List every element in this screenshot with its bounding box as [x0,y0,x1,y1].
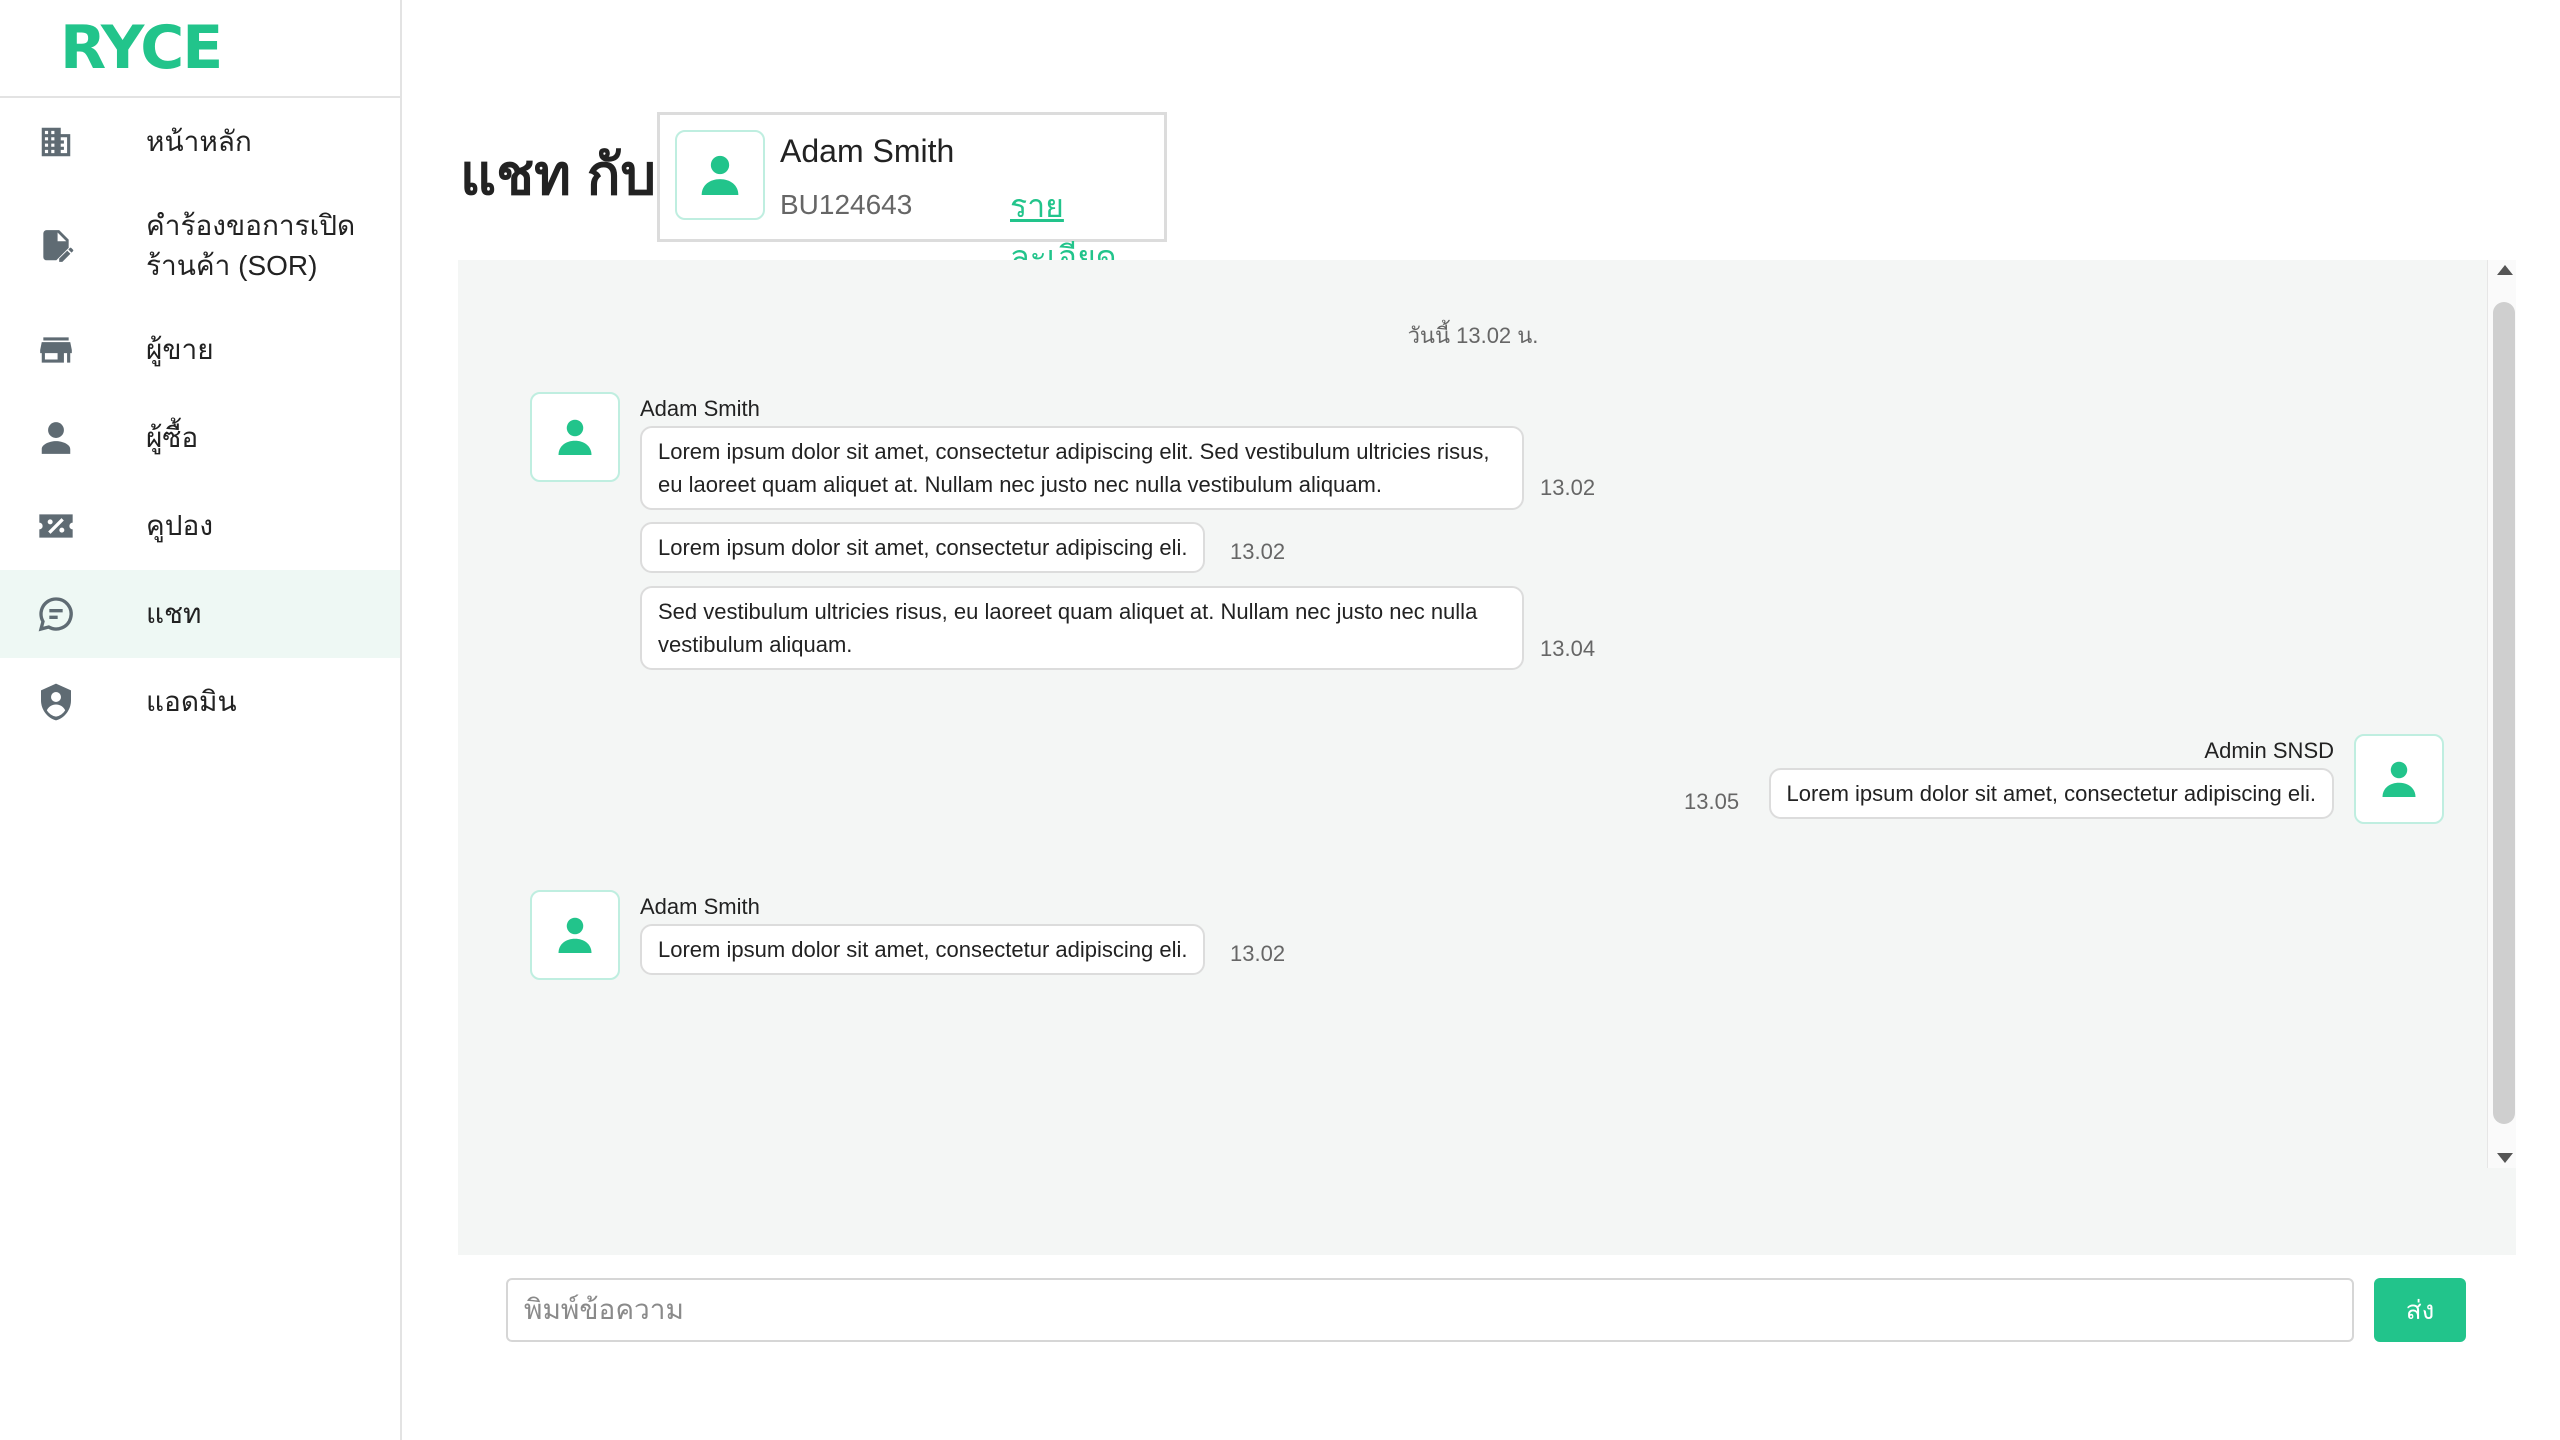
message-time: 13.02 [1230,941,1286,966]
sidebar-item-chat[interactable]: แชท [0,570,400,658]
scrollbar-thumb[interactable] [2493,302,2515,1124]
building-icon [34,120,78,164]
message-sender: Admin SNSD [2204,738,2334,763]
user-avatar-icon [701,155,739,195]
coupon-icon [34,504,78,548]
chat-messages-area[interactable]: วันนี้ 13.02 น. Adam Smith Lorem ipsum d… [458,260,2516,1255]
contact-avatar [675,130,765,220]
sidebar-item-buyers[interactable]: ผู้ซื้อ [0,394,400,482]
message-bubble: Sed vestibulum ultricies risus, eu laore… [640,586,1524,670]
sidebar-item-label: คูปอง [146,510,213,541]
message-avatar [2354,734,2444,824]
message-time: 13.05 [1684,789,1740,814]
sidebar-item-label: หน้าหลัก [146,126,252,157]
message-avatar [530,392,620,482]
shield-user-icon [34,680,78,724]
chat-bubble-icon [34,592,78,636]
sidebar-nav: หน้าหลัก คำร้องขอการเปิดร้านค้า (SOR) ผู… [0,98,400,746]
document-edit-icon [34,224,78,268]
message-bubble: Lorem ipsum dolor sit amet, consectetur … [640,426,1524,510]
message-sender: Adam Smith [640,396,760,421]
sidebar-item-coupons[interactable]: คูปอง [0,482,400,570]
sidebar-item-label: ผู้ขาย [146,334,214,365]
chat-scrollbar[interactable] [2487,260,2516,1168]
contact-card: Adam Smith BU124643 รายละเอียด [657,112,1167,275]
message-time: 13.02 [1540,475,1596,500]
message-bubble: Lorem ipsum dolor sit amet, consectetur … [640,924,1206,975]
message-bubble: Lorem ipsum dolor sit amet, consectetur … [640,522,1206,573]
sidebar-item-admin[interactable]: แอดมิน [0,658,400,746]
logo[interactable]: RYCE [0,0,400,98]
sidebar-item-home[interactable]: หน้าหลัก [0,98,400,186]
page-title: แชท กับ [460,143,657,206]
person-icon [34,416,78,460]
message-time: 13.04 [1540,636,1596,661]
user-avatar-icon [558,419,592,455]
sidebar-item-label: ผู้ซื้อ [146,422,199,453]
send-button[interactable]: ส่ง [2374,1278,2466,1342]
sidebar-item-label: คำร้องขอการเปิดร้านค้า (SOR) [146,210,356,281]
scroll-down-arrow-icon[interactable] [2497,1153,2513,1163]
message-avatar [530,890,620,980]
store-icon [34,328,78,372]
sidebar-item-sor[interactable]: คำร้องขอการเปิดร้านค้า (SOR) [0,186,400,306]
sidebar: RYCE หน้าหลัก คำร้องขอการเปิดร้านค้า (SO… [0,0,402,1440]
sidebar-item-sellers[interactable]: ผู้ขาย [0,306,400,394]
sidebar-item-label: แชท [146,598,202,629]
message-time: 13.02 [1230,539,1286,564]
logo-text: RYCE [60,13,223,83]
contact-id: BU124643 [780,189,913,220]
date-separator: วันนี้ 13.02 น. [1407,323,1539,348]
sidebar-item-label: แอดมิน [146,686,237,717]
user-avatar-icon [558,917,592,953]
message-input[interactable] [506,1278,2354,1342]
user-avatar-icon [2382,761,2416,797]
message-bubble: Lorem ipsum dolor sit amet, consectetur … [1768,768,2334,819]
contact-name: Adam Smith [780,133,955,169]
scroll-up-arrow-icon[interactable] [2497,265,2513,275]
message-sender: Adam Smith [640,894,760,919]
